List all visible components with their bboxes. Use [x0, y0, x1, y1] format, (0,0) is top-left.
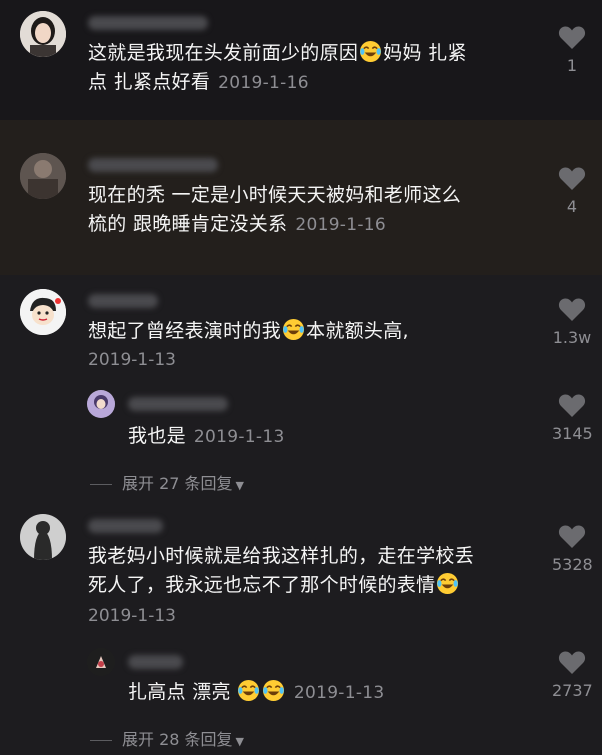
- divider-line: [90, 740, 112, 741]
- reply-text: 我也是 2019-1-13: [128, 422, 285, 452]
- avatar[interactable]: [20, 289, 66, 335]
- comment-text-part: 现在的秃 一定是小时候天天被妈和老师这么: [88, 184, 462, 206]
- avatar[interactable]: [20, 514, 66, 560]
- reply-avatar[interactable]: [87, 390, 115, 418]
- like-button[interactable]: 1: [552, 25, 592, 75]
- heart-icon: [558, 394, 586, 417]
- avatar[interactable]: [20, 11, 66, 57]
- laugh-cry-emoji-icon: [282, 318, 305, 341]
- comment-text-part: 死人了，我永远也忘不了那个时候的表情: [88, 574, 436, 596]
- like-count: 1.3w: [552, 328, 592, 347]
- laugh-cry-emoji-icon: [237, 679, 260, 702]
- reply-text-part: 扎高点 漂亮: [128, 681, 231, 703]
- reply-avatar[interactable]: [87, 648, 115, 676]
- comment-text-part: 想起了曾经表演时的我: [88, 320, 282, 342]
- caret-down-icon: ▼: [235, 735, 245, 748]
- heart-icon: [558, 651, 586, 674]
- comment-text-part: 我老妈小时候就是给我这样扎的，走在学校丢: [88, 545, 475, 567]
- comment-date: 2019-1-13: [88, 606, 176, 626]
- username-blurred[interactable]: [88, 158, 218, 172]
- reply-date: 2019-1-13: [293, 683, 385, 703]
- comment-text-part: 本就额头高,: [306, 320, 409, 342]
- expand-replies-button[interactable]: 展开 28 条回复 ▼: [90, 726, 244, 750]
- comment-text: 我老妈小时候就是给我这样扎的，走在学校丢 死人了，我永远也忘不了那个时候的表情: [88, 542, 548, 600]
- reply-like-button[interactable]: 2737: [552, 650, 593, 700]
- divider-line: [90, 484, 112, 485]
- like-count: 2737: [552, 681, 593, 700]
- reply-like-button[interactable]: 3145: [552, 393, 593, 443]
- reply-date: 2019-1-13: [193, 427, 285, 447]
- expand-replies-button[interactable]: 展开 27 条回复 ▼: [90, 470, 244, 494]
- comment-text: 这就是我现在头发前面少的原因 妈妈 扎紧 点 扎紧点好看 2019-1-16: [88, 39, 538, 98]
- like-button[interactable]: 5328: [552, 524, 593, 574]
- heart-icon: [558, 298, 586, 321]
- like-count: 3145: [552, 424, 593, 443]
- laugh-cry-emoji-icon: [262, 679, 285, 702]
- username-blurred[interactable]: [88, 519, 163, 533]
- comment-text: 想起了曾经表演时的我 本就额头高,: [88, 317, 538, 346]
- like-count: 4: [566, 197, 578, 216]
- expand-label: 展开 27 条回复: [122, 474, 233, 493]
- username-blurred[interactable]: [88, 294, 158, 308]
- comment-date: 2019-1-13: [88, 350, 176, 370]
- comment-date: 2019-1-16: [295, 215, 387, 235]
- heart-icon: [558, 525, 586, 548]
- like-button[interactable]: 4: [552, 166, 592, 216]
- expand-label: 展开 28 条回复: [122, 730, 233, 749]
- like-count: 1: [566, 56, 578, 75]
- reply-text: 扎高点 漂亮 2019-1-13: [128, 678, 385, 708]
- reply-username-blurred[interactable]: [128, 655, 183, 669]
- like-button[interactable]: 1.3w: [552, 297, 592, 347]
- caret-down-icon: ▼: [235, 479, 245, 492]
- like-count: 5328: [552, 555, 593, 574]
- reply-username-blurred[interactable]: [128, 397, 228, 411]
- reply-text-part: 我也是: [128, 425, 186, 447]
- heart-icon: [558, 26, 586, 49]
- comment-text: 现在的秃 一定是小时候天天被妈和老师这么 梳的 跟晚睡肯定没关系 2019-1-1…: [88, 181, 538, 240]
- comment-date: 2019-1-16: [218, 73, 309, 93]
- heart-icon: [558, 167, 586, 190]
- comment-text-part: 点 扎紧点好看: [88, 71, 211, 93]
- comment-text-part: 妈妈 扎紧: [383, 42, 467, 64]
- username-blurred[interactable]: [88, 16, 208, 30]
- comment-list: 这就是我现在头发前面少的原因 妈妈 扎紧 点 扎紧点好看 2019-1-16 1 现…: [0, 0, 602, 755]
- laugh-cry-emoji-icon: [436, 572, 459, 595]
- comment-text-part: 梳的 跟晚睡肯定没关系: [88, 213, 288, 235]
- laugh-cry-emoji-icon: [359, 40, 382, 63]
- comment-text-part: 这就是我现在头发前面少的原因: [88, 42, 359, 64]
- avatar[interactable]: [20, 153, 66, 199]
